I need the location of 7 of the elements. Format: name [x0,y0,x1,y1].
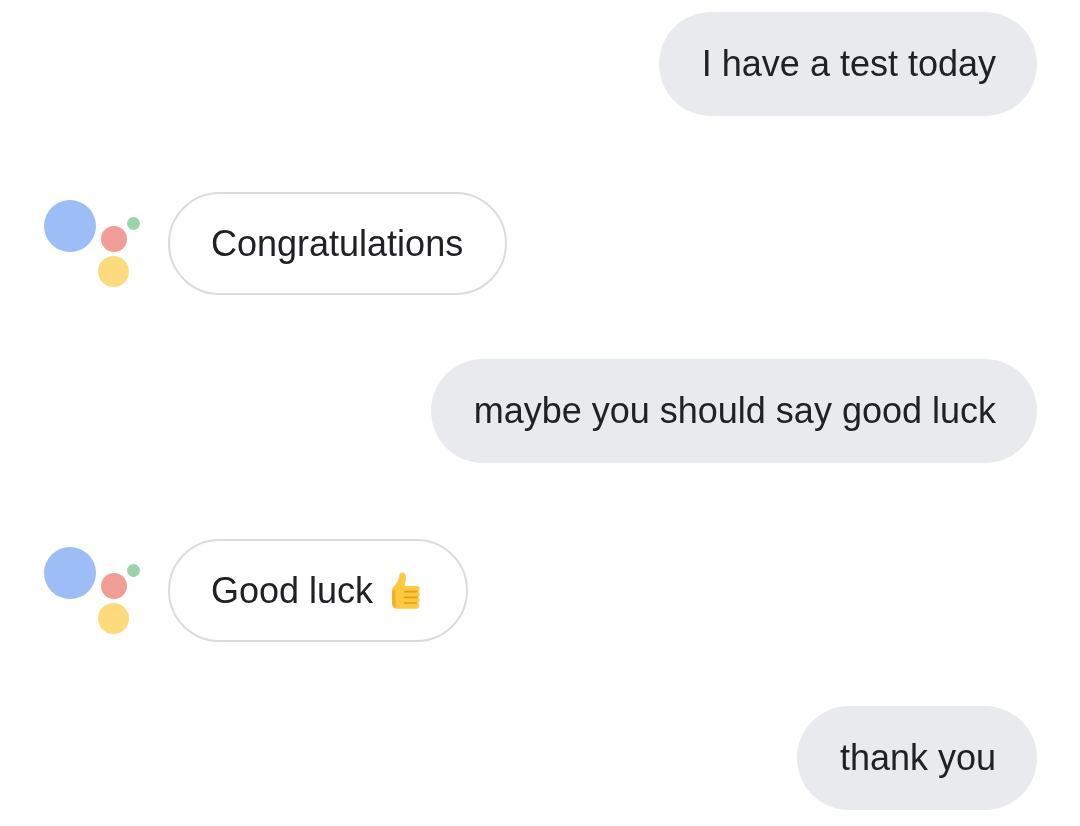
message-text: thank you [839,737,996,779]
message-text: Congratulations [211,222,464,265]
message-text: I have a test today [701,43,996,85]
dots-logo-icon [44,200,140,287]
message-text: Good luck [211,569,374,612]
dots-logo-icon [44,547,140,634]
message-text: maybe you should say good luck [473,390,996,432]
